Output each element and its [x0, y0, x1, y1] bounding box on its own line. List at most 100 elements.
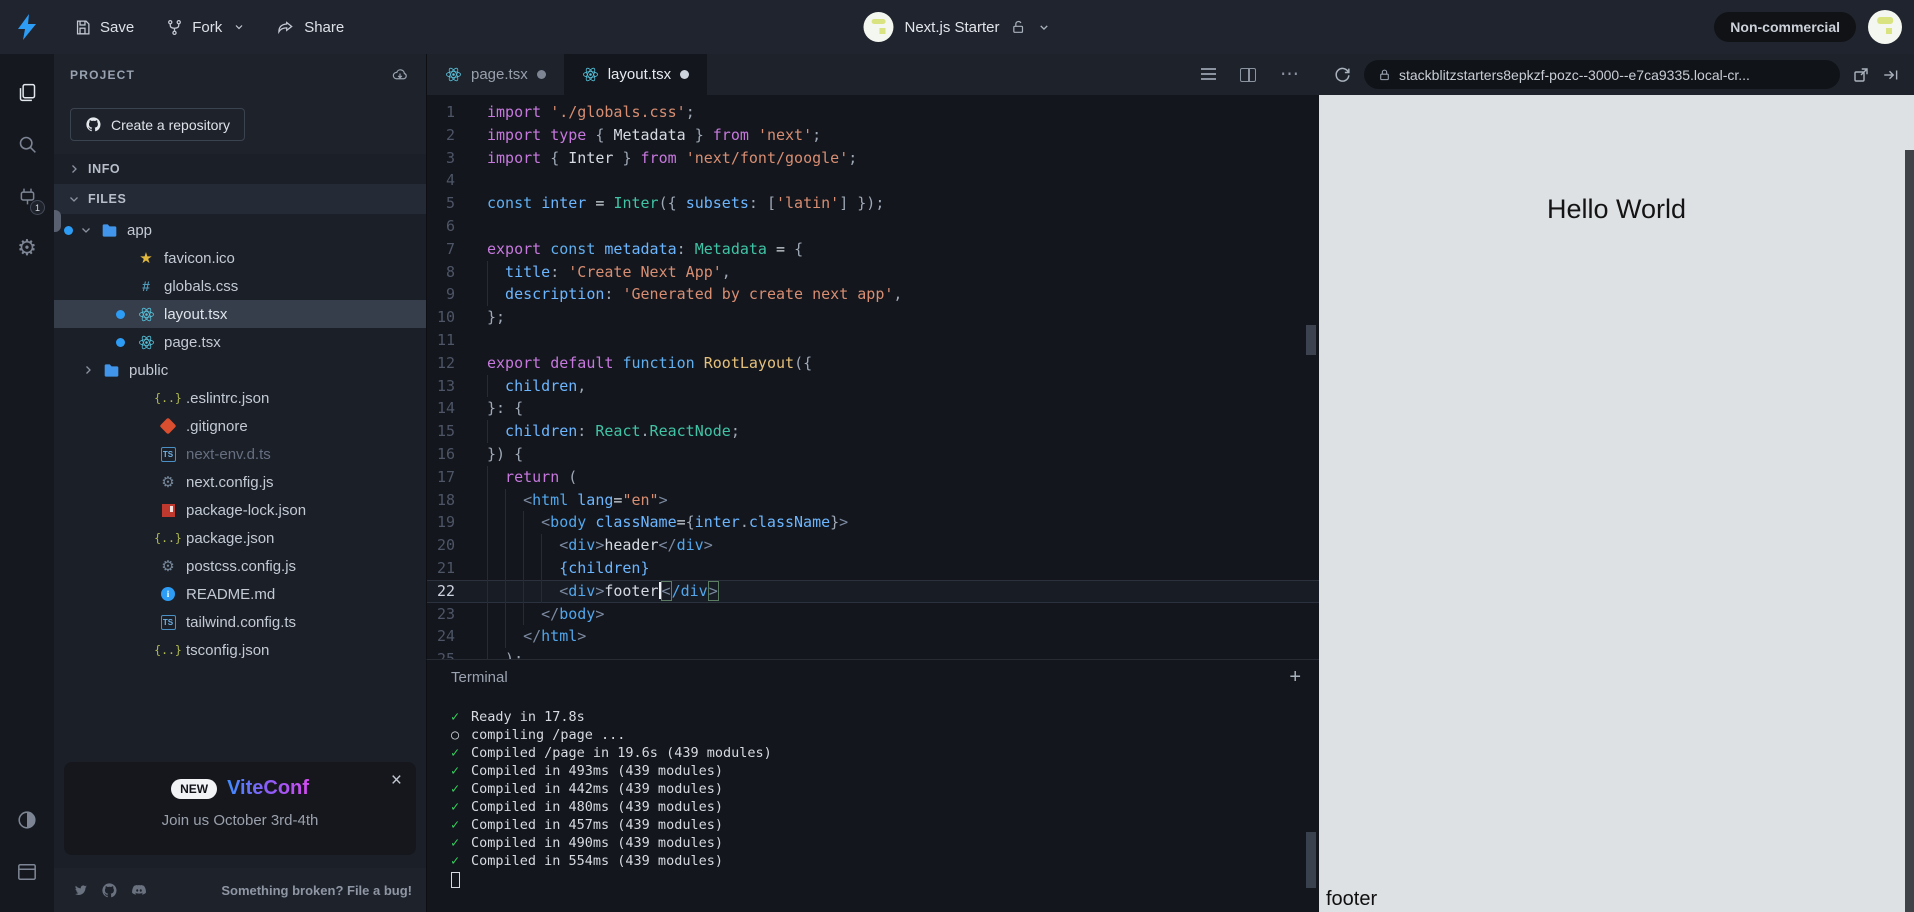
code-line-10[interactable]: 10}; [427, 306, 1319, 329]
preview-url-bar[interactable]: stackblitzstarters8epkzf-pozc--3000--e7c… [1364, 60, 1840, 89]
twitter-icon[interactable] [72, 882, 89, 899]
line-number: 14 [436, 399, 455, 418]
tree-item-public[interactable]: public [54, 356, 426, 384]
terminal-line: ✓ Compiled in 457ms (439 modules) [451, 816, 1319, 834]
tree-item-package-lock.json[interactable]: package-lock.json [54, 496, 426, 524]
code-line-6[interactable]: 6 [427, 215, 1319, 238]
plan-badge[interactable]: Non-commercial [1714, 12, 1856, 42]
theme-contrast-icon[interactable] [8, 798, 46, 842]
git-icon [159, 417, 177, 435]
tree-item-layout.tsx[interactable]: layout.tsx [54, 300, 426, 328]
file-a-bug-link[interactable]: Something broken? File a bug! [221, 883, 412, 898]
tree-item-package.json[interactable]: {..} package.json [54, 524, 426, 552]
discord-icon[interactable] [130, 882, 148, 899]
code-line-16[interactable]: 16}) { [427, 443, 1319, 466]
code-line-3[interactable]: 3 import { Inter } from 'next/font/google… [427, 147, 1319, 170]
tree-item-next-env.d.ts[interactable]: TS next-env.d.ts [54, 440, 426, 468]
code-line-11[interactable]: 11 [427, 329, 1319, 352]
tab-modified-dot[interactable] [536, 70, 546, 79]
code-line-21[interactable]: 21 {children} [427, 556, 1319, 580]
fork-button[interactable]: Fork [154, 11, 257, 44]
line-number: 4 [445, 171, 455, 190]
terminal-scrollbar-thumb[interactable] [1306, 832, 1316, 888]
preview-scrollbar[interactable] [1905, 150, 1914, 912]
project-avatar[interactable] [863, 12, 894, 42]
search-panel-icon[interactable] [8, 122, 46, 166]
settings-panel-icon[interactable]: ⚙ [8, 226, 46, 270]
code-line-17[interactable]: 17 return ( [427, 465, 1319, 489]
viteconf-title[interactable]: ViteConf [227, 777, 309, 800]
code-line-20[interactable]: 20 <div>header</div> [427, 534, 1319, 557]
tree-item-label: package-lock.json [186, 501, 307, 519]
layout-panels-icon[interactable] [8, 850, 46, 894]
code-line-13[interactable]: 13 children, [427, 374, 1319, 398]
ports-panel-icon[interactable]: 1 [8, 174, 46, 218]
section-files[interactable]: FILES [54, 184, 426, 214]
open-in-new-window-icon[interactable] [1852, 66, 1870, 84]
code-line-4[interactable]: 4 [427, 169, 1319, 192]
code-line-12[interactable]: 12 export default function RootLayout({ [427, 352, 1319, 375]
user-avatar[interactable] [1868, 10, 1902, 44]
chevron-down-icon [82, 228, 90, 233]
terminal-output[interactable]: ✓ Ready in 17.8s ○ compiling /page ... ✓ Comp… [427, 694, 1319, 888]
section-info[interactable]: INFO [54, 154, 426, 184]
cloud-sync-icon[interactable] [390, 66, 410, 84]
prettier-icon[interactable] [1201, 68, 1216, 81]
tree-item-label: public [129, 361, 169, 379]
new-terminal-icon[interactable]: + [1289, 666, 1301, 689]
tree-item-app[interactable]: app [54, 216, 426, 244]
code-line-15[interactable]: 15 children: React.ReactNode; [427, 420, 1319, 443]
tab-layout.tsx[interactable]: layout.tsx [563, 54, 708, 95]
more-actions-icon[interactable]: ⋯ [1280, 65, 1299, 84]
code-line-14[interactable]: 14}: { [427, 397, 1319, 420]
save-button[interactable]: Save [62, 11, 146, 44]
banner-close-icon[interactable]: × [391, 770, 402, 792]
code-line-22[interactable]: 22 <div>footer </div> [427, 579, 1319, 603]
github-footer-icon[interactable] [101, 882, 118, 899]
refresh-icon[interactable] [1333, 65, 1352, 84]
code-line-1[interactable]: 1 import './globals.css'; [427, 101, 1319, 124]
code-line-2[interactable]: 2 import type { Metadata } from 'next'; [427, 124, 1319, 147]
tree-item-label: next.config.js [186, 473, 274, 491]
tree-item-postcss.config.js[interactable]: ⚙ postcss.config.js [54, 552, 426, 580]
tree-item-README.md[interactable]: i README.md [54, 580, 426, 608]
code-line-7[interactable]: 7 export const metadata: Metadata = { [427, 238, 1319, 261]
check-icon: ✓ [451, 817, 460, 833]
line-number: 24 [436, 627, 455, 646]
code-line-19[interactable]: 19 <body className={inter.className}> [427, 511, 1319, 535]
modified-dot [116, 337, 125, 347]
unlock-icon[interactable] [1011, 19, 1027, 35]
create-repository-button[interactable]: Create a repository [70, 108, 246, 141]
tree-item-next.config.js[interactable]: ⚙ next.config.js [54, 468, 426, 496]
code-line-9[interactable]: 9 description: 'Generated by create next … [427, 283, 1319, 307]
tree-item-globals.css[interactable]: # globals.css [54, 272, 426, 300]
tree-item-.eslintrc.json[interactable]: {..} .eslintrc.json [54, 384, 426, 412]
preview-pane[interactable]: Hello World footer [1319, 95, 1914, 912]
share-button[interactable]: Share [265, 11, 356, 44]
open-preview-pane-icon[interactable] [1882, 66, 1900, 84]
code-editor[interactable]: 1 import './globals.css'; 2 import type { M… [426, 95, 1319, 659]
line-number: 7 [445, 239, 455, 258]
visibility-chevron-down-icon[interactable] [1038, 21, 1051, 34]
tree-item-tailwind.config.ts[interactable]: TS tailwind.config.ts [54, 608, 426, 636]
tree-item-label: favicon.ico [164, 249, 235, 267]
files-panel-icon[interactable] [8, 70, 46, 114]
modified-dot [64, 225, 73, 235]
tree-item-.gitignore[interactable]: .gitignore [54, 412, 426, 440]
code-line-5[interactable]: 5 const inter = Inter({ subsets: ['latin'… [427, 192, 1319, 215]
tab-modified-dot[interactable] [680, 70, 690, 79]
code-line-8[interactable]: 8 title: 'Create Next App', [427, 260, 1319, 284]
editor-scrollbar-thumb[interactable] [1306, 325, 1316, 355]
sidebar-resize-handle[interactable] [54, 210, 61, 232]
split-editor-icon[interactable] [1240, 67, 1256, 82]
code-line-18[interactable]: 18 <html lang="en"> [427, 488, 1319, 512]
tree-item-page.tsx[interactable]: page.tsx [54, 328, 426, 356]
tab-page.tsx[interactable]: page.tsx [427, 54, 564, 95]
code-line-23[interactable]: 23 </body> [427, 602, 1319, 626]
code-line-25[interactable]: 25); [427, 648, 1319, 659]
tree-item-favicon.ico[interactable]: ★ favicon.ico [54, 244, 426, 272]
tree-item-tsconfig.json[interactable]: {..} tsconfig.json [54, 636, 426, 664]
stackblitz-logo-icon[interactable] [0, 0, 54, 54]
code-line-24[interactable]: 24 </html> [427, 625, 1319, 649]
line-number: 3 [445, 148, 455, 167]
